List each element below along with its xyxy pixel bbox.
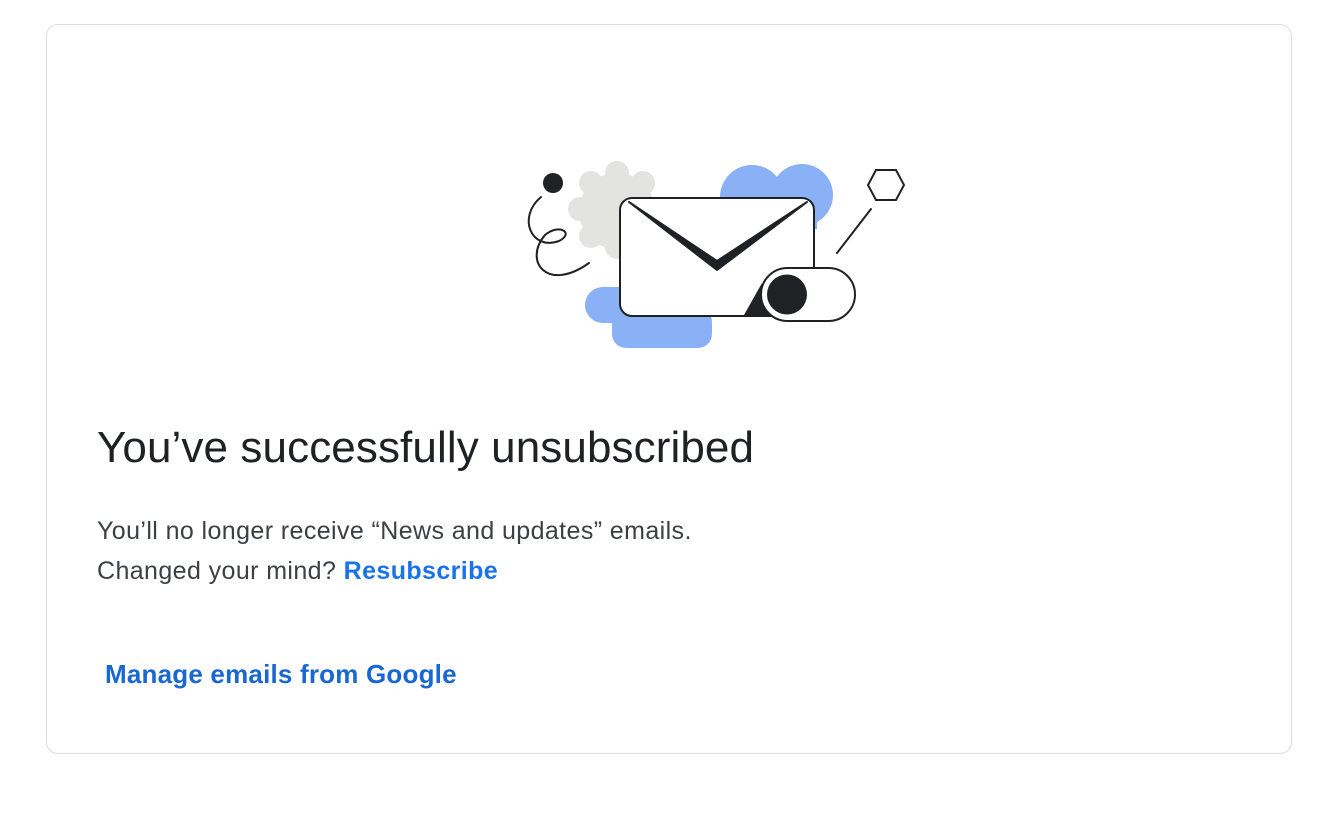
status-message: You’ll no longer receive “News and updat… <box>97 511 692 591</box>
toggle-switch-icon <box>760 267 856 322</box>
diagonal-line <box>836 208 872 254</box>
hexagon-shape <box>866 169 906 201</box>
manage-emails-link[interactable]: Manage emails from Google <box>105 659 457 690</box>
unsubscribe-card: You’ve successfully unsubscribed You’ll … <box>46 24 1292 754</box>
dot-shape <box>543 173 563 193</box>
page-title: You’ve successfully unsubscribed <box>97 423 755 472</box>
resubscribe-prompt: Changed your mind? Resubscribe <box>97 551 692 591</box>
changed-mind-text: Changed your mind? <box>97 557 344 585</box>
envelope-toggle-illustration <box>527 161 906 348</box>
unsubscribe-confirmation-text: You’ll no longer receive “News and updat… <box>97 517 692 545</box>
resubscribe-link[interactable]: Resubscribe <box>344 557 498 585</box>
